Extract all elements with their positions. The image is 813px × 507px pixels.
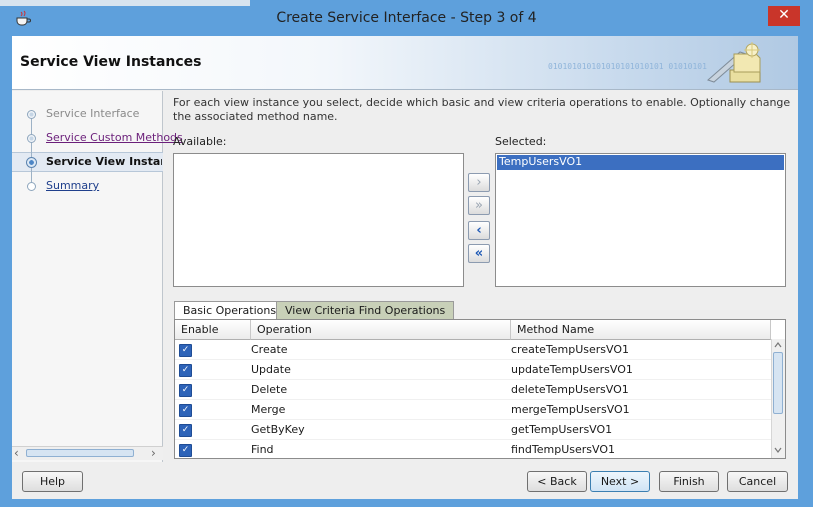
scroll-right-icon[interactable]: › <box>151 446 156 460</box>
window-frame-right <box>798 36 813 502</box>
column-header-operation[interactable]: Operation <box>251 320 511 340</box>
step-done-icon <box>27 134 36 143</box>
nav-step-service-view-instances[interactable]: Service View Instance <box>46 155 162 168</box>
finish-button[interactable]: Finish <box>659 471 719 492</box>
nav-step-summary[interactable]: Summary <box>46 179 99 192</box>
column-header-enable[interactable]: Enable <box>175 320 251 340</box>
enable-checkbox[interactable]: ✓ <box>179 384 192 397</box>
column-header-method-name[interactable]: Method Name <box>511 320 771 340</box>
step-pending-icon <box>27 182 36 191</box>
move-all-left-icon[interactable]: « <box>468 244 490 263</box>
window-frame-left <box>0 36 12 502</box>
page-title: Service View Instances <box>20 54 202 70</box>
tab-basic-operations[interactable]: Basic Operations <box>174 301 286 319</box>
operation-cell: Merge <box>251 403 286 416</box>
table-scroll-thumb[interactable] <box>773 352 783 414</box>
method-name-cell[interactable]: createTempUsersVO1 <box>511 343 629 356</box>
nav-scroll-thumb[interactable] <box>26 449 134 457</box>
method-name-cell[interactable]: deleteTempUsersVO1 <box>511 383 629 396</box>
available-label: Available: <box>173 135 227 148</box>
next-button[interactable]: Next > <box>590 471 650 492</box>
cancel-button[interactable]: Cancel <box>727 471 788 492</box>
scroll-down-icon[interactable] <box>772 444 784 456</box>
enable-checkbox[interactable]: ✓ <box>179 364 192 377</box>
operation-cell: Create <box>251 343 288 356</box>
method-name-cell[interactable]: updateTempUsersVO1 <box>511 363 633 376</box>
move-right-icon[interactable]: › <box>468 173 490 192</box>
enable-checkbox[interactable]: ✓ <box>179 404 192 417</box>
scroll-left-icon[interactable]: ‹ <box>14 446 19 460</box>
move-all-right-icon[interactable]: » <box>468 196 490 215</box>
table-row[interactable]: ✓ Find findTempUsersVO1 <box>175 440 772 458</box>
table-row[interactable]: ✓ Update updateTempUsersVO1 <box>175 360 772 380</box>
method-name-cell[interactable]: mergeTempUsersVO1 <box>511 403 630 416</box>
operation-cell: Delete <box>251 383 288 396</box>
enable-checkbox[interactable]: ✓ <box>179 344 192 357</box>
operation-cell: Update <box>251 363 291 376</box>
taskbar-strip <box>0 0 250 6</box>
method-name-cell[interactable]: findTempUsersVO1 <box>511 443 615 456</box>
move-left-icon[interactable]: ‹ <box>468 221 490 240</box>
operation-cell: GetByKey <box>251 423 305 436</box>
selected-label: Selected: <box>495 135 547 148</box>
table-row[interactable]: ✓ GetByKey getTempUsersVO1 <box>175 420 772 440</box>
nav-step-service-interface[interactable]: Service Interface <box>46 107 139 120</box>
wizard-navigation <box>12 91 163 462</box>
table-row[interactable]: ✓ Delete deleteTempUsersVO1 <box>175 380 772 400</box>
header-binary-decoration: 010101010101010101010101 01010101 <box>548 62 707 71</box>
table-row[interactable]: ✓ Merge mergeTempUsersVO1 <box>175 400 772 420</box>
operation-cell: Find <box>251 443 274 456</box>
nav-step-service-custom-methods[interactable]: Service Custom Methods <box>46 131 183 144</box>
enable-checkbox[interactable]: ✓ <box>179 444 192 457</box>
enable-checkbox[interactable]: ✓ <box>179 424 192 437</box>
step-current-icon <box>26 157 37 168</box>
tab-view-criteria-find-operations[interactable]: View Criteria Find Operations <box>276 301 455 319</box>
selected-list-item[interactable]: TempUsersVO1 <box>497 155 784 170</box>
selected-list[interactable] <box>495 153 786 287</box>
method-name-cell[interactable]: getTempUsersVO1 <box>511 423 612 436</box>
wizard-folder-icon <box>700 40 768 86</box>
window-title: Create Service Interface - Step 3 of 4 <box>276 10 537 26</box>
close-button[interactable]: ✕ <box>768 6 800 26</box>
step-done-icon <box>27 110 36 119</box>
back-button[interactable]: < Back <box>527 471 587 492</box>
nav-step-connector <box>31 118 32 186</box>
available-list[interactable] <box>173 153 464 287</box>
operations-table: Enable Operation Method Name ✓ Create cr… <box>174 319 786 459</box>
step-description: For each view instance you select, decid… <box>173 96 791 123</box>
table-row[interactable]: ✓ Create createTempUsersVO1 <box>175 340 772 360</box>
window-frame-bottom <box>0 499 813 507</box>
help-button[interactable]: Help <box>22 471 83 492</box>
scroll-up-icon[interactable] <box>772 339 784 351</box>
